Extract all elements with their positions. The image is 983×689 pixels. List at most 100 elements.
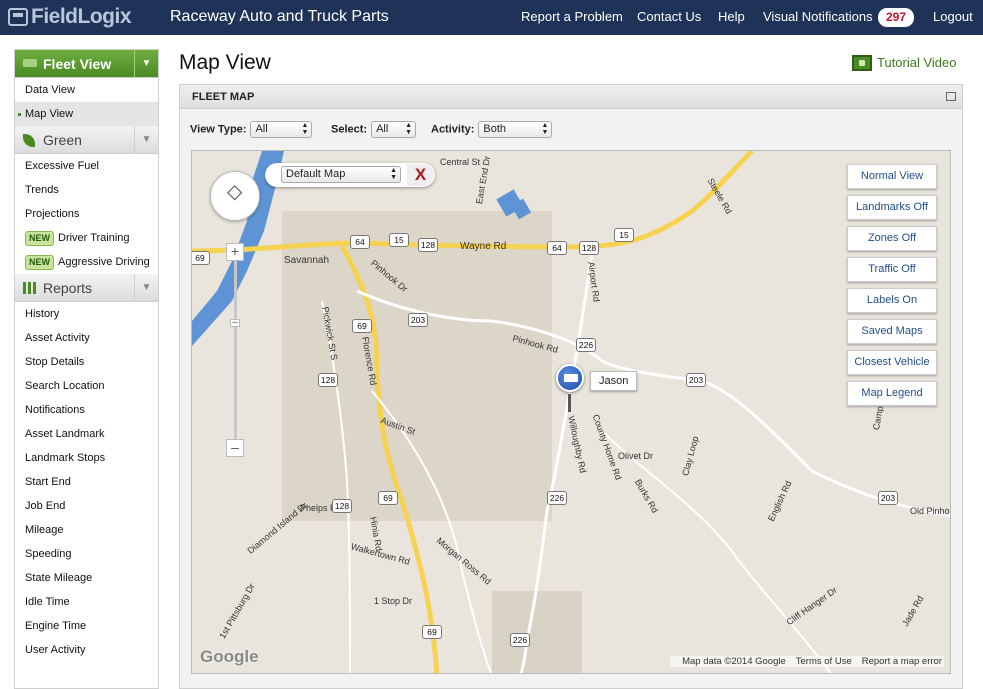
tutorial-label: Tutorial Video	[877, 55, 957, 70]
zoom-slider[interactable]	[234, 261, 237, 456]
activity-select[interactable]: Both ▲ ▼	[478, 121, 553, 138]
sidebar-item-stop-details[interactable]: Stop Details	[15, 350, 158, 374]
chevron-down-icon[interactable]: ▼	[134, 50, 158, 78]
sidebar-item-mileage[interactable]: Mileage	[15, 518, 158, 542]
zoom-out-button[interactable]: –	[226, 439, 244, 457]
vehicle-marker[interactable]	[556, 364, 584, 392]
top-navigation-bar: FieldLogix Raceway Auto and Truck Parts …	[0, 0, 983, 35]
road-label: Central St	[440, 157, 481, 167]
sidebar-item-asset-landmark[interactable]: Asset Landmark	[15, 422, 158, 446]
marker-pin	[568, 394, 571, 412]
map-pan-control[interactable]: ◇	[210, 171, 260, 221]
route-shield: 226	[510, 633, 530, 647]
landmarks-off-button[interactable]: Landmarks Off	[847, 195, 937, 220]
tutorial-video-link[interactable]: Tutorial Video	[852, 55, 957, 71]
help-link[interactable]: Help	[718, 9, 745, 24]
map-data-credit: Map data ©2014 Google	[682, 656, 786, 667]
sidebar-item-label: Aggressive Driving	[58, 256, 150, 268]
sidebar-item-job-end[interactable]: Job End	[15, 494, 158, 518]
sidebar-item-user-activity[interactable]: User Activity	[15, 638, 158, 662]
map-legend-button[interactable]: Map Legend	[847, 381, 937, 406]
sidebar-item-engine-time[interactable]: Engine Time	[15, 614, 158, 638]
normal-view-button[interactable]: Normal View	[847, 164, 937, 189]
select-select[interactable]: All ▲ ▼	[371, 121, 417, 138]
vehicle-label[interactable]: Jason	[590, 371, 638, 391]
zoom-slider-handle[interactable]: –	[230, 318, 240, 328]
sidebar-item-notifications[interactable]: Notifications	[15, 398, 158, 422]
updown-arrow-icon: ▲ ▼	[541, 122, 549, 136]
new-badge: NEW	[25, 255, 54, 270]
sidebar-item-label: Map View	[25, 108, 74, 120]
sidebar-item-driver-training[interactable]: NEW Driver Training	[15, 226, 158, 250]
sidebar-item-idle-time[interactable]: Idle Time	[15, 590, 158, 614]
route-shield: 15	[389, 233, 409, 247]
sidebar-item-speeding[interactable]: Speeding	[15, 542, 158, 566]
panel-header: FLEET MAP	[180, 85, 962, 109]
reports-section-header[interactable]: Reports ▼	[15, 274, 158, 302]
sidebar-item-aggressive-driving[interactable]: NEW Aggressive Driving	[15, 250, 158, 274]
view-type-value: All	[255, 123, 268, 135]
sidebar-item-start-end[interactable]: Start End	[15, 470, 158, 494]
select-value: All	[376, 123, 389, 135]
zones-off-button[interactable]: Zones Off	[847, 226, 937, 251]
terms-of-use-link[interactable]: Terms of Use	[796, 656, 852, 667]
traffic-off-button[interactable]: Traffic Off	[847, 257, 937, 282]
route-shield: 15	[614, 228, 634, 242]
view-type-select[interactable]: All ▲ ▼	[250, 121, 313, 138]
report-problem-link[interactable]: Report a Problem	[521, 9, 623, 24]
new-badge: NEW	[25, 231, 54, 246]
select-filter: Select: All ▲ ▼	[331, 121, 417, 138]
labels-on-button[interactable]: Labels On	[847, 288, 937, 313]
logout-link[interactable]: Logout	[933, 9, 973, 24]
sidebar-item-projections[interactable]: Projections	[15, 202, 158, 226]
road-label: 1 Stop Dr	[374, 596, 413, 606]
close-map-type-button[interactable]: X	[407, 164, 434, 186]
truck-logo-icon	[8, 8, 28, 26]
sidebar-item-data-view[interactable]: Data View	[15, 78, 158, 102]
fleet-view-section-header[interactable]: Fleet View ▼	[15, 50, 158, 78]
sidebar-item-label: Driver Training	[58, 232, 130, 244]
visual-notifications-link[interactable]: Visual Notifications	[763, 9, 873, 24]
sidebar-item-excessive-fuel[interactable]: Excessive Fuel	[15, 154, 158, 178]
activity-value: Both	[483, 123, 507, 135]
notifications-count-badge[interactable]: 297	[878, 8, 914, 27]
green-title: Green	[43, 132, 82, 148]
place-label: Savannah	[284, 255, 330, 266]
sidebar: Fleet View ▼ Data View Map View Green ▼ …	[14, 49, 159, 689]
fleet-map[interactable]: ◇ + – – Default Map ▲ ▼ X Normal View Land…	[191, 150, 951, 674]
activity-label: Activity:	[431, 123, 475, 136]
closest-vehicle-button[interactable]: Closest Vehicle	[847, 350, 937, 375]
maximize-icon[interactable]	[946, 92, 956, 101]
map-type-select[interactable]: Default Map ▲ ▼	[281, 166, 401, 183]
sidebar-item-landmark-stops[interactable]: Landmark Stops	[15, 446, 158, 470]
page-title: Map View	[179, 51, 271, 74]
updown-arrow-icon: ▲ ▼	[405, 122, 413, 136]
route-shield: 128	[418, 238, 438, 252]
sidebar-item-trends[interactable]: Trends	[15, 178, 158, 202]
green-section-header[interactable]: Green ▼	[15, 126, 158, 154]
sidebar-item-asset-activity[interactable]: Asset Activity	[15, 326, 158, 350]
map-attribution: Map data ©2014 Google Terms of Use Report …	[670, 656, 944, 667]
sidebar-item-state-mileage[interactable]: State Mileage	[15, 566, 158, 590]
bar-chart-icon	[23, 282, 37, 294]
updown-arrow-icon: ▲ ▼	[301, 122, 309, 136]
zoom-in-button[interactable]: +	[226, 243, 244, 261]
fleet-map-panel: FLEET MAP View Type: All ▲ ▼ Select: All ▲ ▼ A…	[179, 84, 963, 689]
sidebar-item-history[interactable]: History	[15, 302, 158, 326]
report-map-error-link[interactable]: Report a map error	[862, 656, 942, 667]
reports-title: Reports	[43, 280, 93, 296]
road-label: Olivet Dr	[618, 451, 654, 461]
map-canvas[interactable]	[192, 151, 951, 674]
map-type-control: Default Map ▲ ▼ X	[265, 163, 435, 187]
saved-maps-button[interactable]: Saved Maps	[847, 319, 937, 344]
chevron-down-icon[interactable]: ▼	[134, 126, 158, 154]
sidebar-item-map-view[interactable]: Map View	[15, 102, 158, 126]
view-type-filter: View Type: All ▲ ▼	[190, 121, 313, 138]
sidebar-item-search-location[interactable]: Search Location	[15, 374, 158, 398]
google-logo: Google	[200, 647, 259, 666]
fieldlogix-logo[interactable]: FieldLogix	[8, 5, 132, 29]
chevron-down-icon[interactable]: ▼	[134, 274, 158, 302]
pan-arrows-icon: ◇	[227, 181, 243, 203]
map-type-value: Default Map	[286, 168, 346, 180]
contact-us-link[interactable]: Contact Us	[637, 9, 701, 24]
